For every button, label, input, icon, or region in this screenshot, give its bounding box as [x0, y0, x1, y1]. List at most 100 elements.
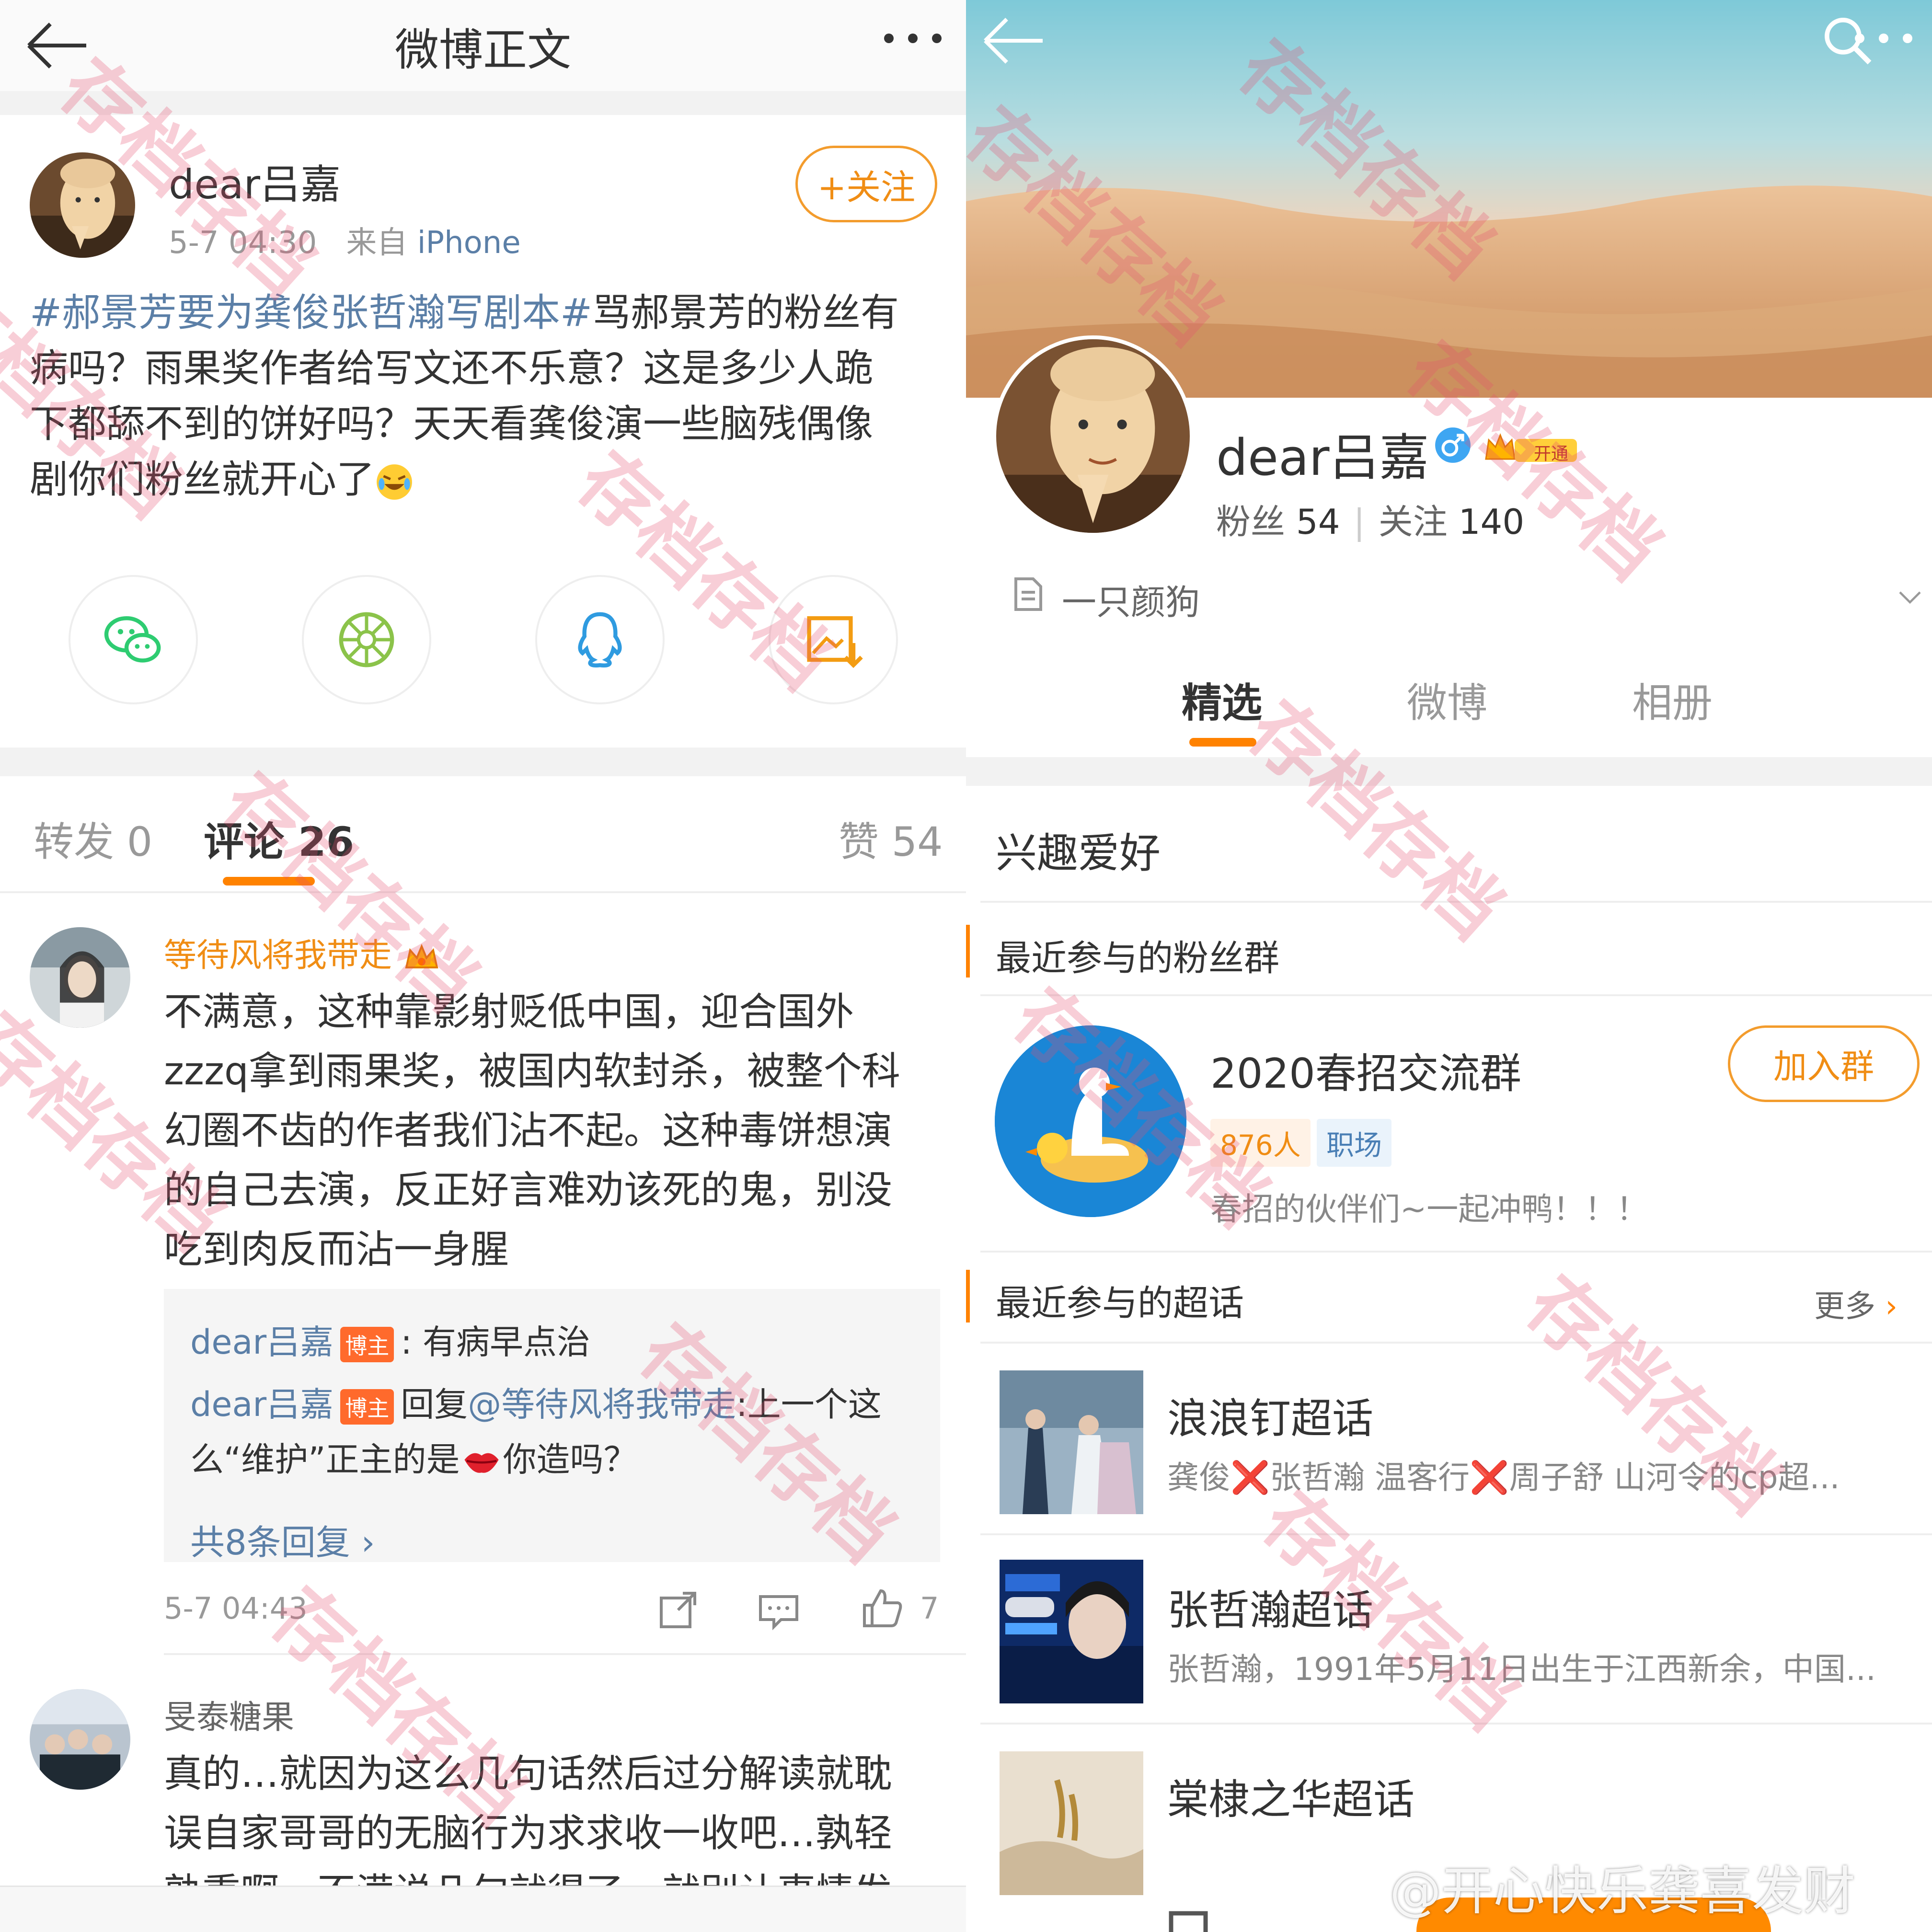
- comment-icon[interactable]: [755, 1586, 803, 1634]
- section-gap: [0, 748, 966, 776]
- supertopic-thumbnail[interactable]: [1000, 1370, 1143, 1514]
- bottom-bar: [0, 1886, 966, 1932]
- active-tab-indicator: [223, 877, 315, 886]
- tab-repost[interactable]: 转发 0: [34, 810, 152, 868]
- supertopic-name[interactable]: 棠棣之华超话: [1167, 1766, 1414, 1826]
- divider: [980, 1723, 1932, 1725]
- moments-icon: [339, 612, 394, 667]
- more-options-icon[interactable]: [1848, 19, 1920, 58]
- post-time: 5-7 04:30: [169, 225, 317, 261]
- comment-text: 不满意，这种靠影射贬低中国，迎合国外 zzzq拿到雨果奖，被国内软封杀，被整个科…: [164, 982, 900, 1279]
- share-qq-button[interactable]: [535, 575, 665, 704]
- qq-icon: [578, 612, 622, 667]
- divider: [980, 1342, 1932, 1344]
- fans-count[interactable]: 54: [1296, 502, 1340, 542]
- wechat-icon: [104, 616, 161, 663]
- mention-link[interactable]: @等待风将我带走: [468, 1385, 736, 1424]
- share-icon[interactable]: [654, 1586, 702, 1634]
- lips-emoji-icon: [464, 1453, 499, 1473]
- laugh-cry-emoji-icon: [377, 464, 412, 500]
- back-arrow-icon[interactable]: [976, 12, 1047, 69]
- group-name[interactable]: 2020春招交流群: [1210, 1040, 1521, 1100]
- section-gap: [966, 757, 1932, 786]
- fans-label[interactable]: 粉丝: [1216, 502, 1285, 542]
- divider: [0, 891, 966, 893]
- chevron-down-icon[interactable]: [1896, 582, 1924, 611]
- post-meta: 5-7 04:30 来自 iPhone: [169, 218, 521, 262]
- profile-stats: 粉丝 54 | 关注 140: [1216, 502, 1525, 542]
- supertopics-title: 最近参与的超话: [996, 1283, 1244, 1324]
- comment-line: 幻圈不齿的作者我们沾不起。这种毒饼想演: [164, 1108, 892, 1153]
- reply-2-cont: 么“维护”正主的是 你造吗？: [190, 1433, 637, 1481]
- chevron-right-icon: ›: [1885, 1289, 1898, 1324]
- save-image-icon: [807, 616, 863, 668]
- document-icon: [1014, 577, 1042, 611]
- reply-2[interactable]: dear吕嘉 博主 回复@等待风将我带走:上一个这: [190, 1378, 882, 1426]
- author-avatar[interactable]: [30, 152, 135, 258]
- top-bar: 微博正文: [0, 0, 966, 91]
- profile-bio: 一只颜狗: [1062, 582, 1200, 622]
- supertopic-thumbnail[interactable]: [1000, 1560, 1143, 1703]
- supertopic-thumbnail[interactable]: [1000, 1751, 1143, 1895]
- fan-groups-title: 最近参与的粉丝群: [996, 938, 1279, 979]
- tab-comments[interactable]: 评论 26: [204, 810, 354, 868]
- divider: [980, 1533, 1932, 1535]
- divider: [980, 1251, 1932, 1253]
- male-gender-icon: [1435, 427, 1471, 463]
- host-badge: 博主: [340, 1389, 394, 1425]
- like-count: 7: [920, 1591, 939, 1626]
- tab-album[interactable]: 相册: [1632, 671, 1713, 729]
- tab-likes[interactable]: 赞 54: [839, 810, 943, 868]
- post-body: #郝景芳要为龚俊张哲瀚写剧本#骂郝景芳的粉丝有 病吗？雨果奖作者给写文还不乐意？…: [30, 285, 940, 507]
- bottom-nav-icon[interactable]: [1162, 1905, 1220, 1932]
- profile-name: dear吕嘉: [1216, 428, 1429, 487]
- more-replies-link[interactable]: 共8条回复 ›: [190, 1514, 375, 1564]
- right-panel-profile: dear吕嘉 开通 粉丝 54 | 关注 140 一只颜狗 精选 微博 相册 兴趣爱…: [966, 0, 1932, 1932]
- host-badge: 博主: [340, 1326, 394, 1362]
- supertopic-desc: 龚俊❌张哲瀚 温客行❌周子舒 山河令的cp超...: [1167, 1459, 1840, 1496]
- reply-text: :上一个这: [736, 1385, 882, 1424]
- join-group-button[interactable]: 加入群: [1728, 1025, 1920, 1102]
- profile-avatar[interactable]: [992, 335, 1194, 537]
- comment-time: 5-7 04:43: [164, 1591, 308, 1626]
- reply-word: 回复: [401, 1385, 468, 1424]
- following-count[interactable]: 140: [1459, 502, 1524, 542]
- supertopic-desc: 张哲瀚，1991年5月11日出生于江西新余，中国...: [1167, 1651, 1876, 1688]
- share-wechat-button[interactable]: [69, 575, 198, 704]
- commenter-name[interactable]: 旻泰糖果: [164, 1690, 294, 1738]
- supertopic-name[interactable]: 浪浪钉超话: [1167, 1385, 1373, 1445]
- tab-featured[interactable]: 精选: [1182, 671, 1262, 729]
- reply-author[interactable]: dear吕嘉: [190, 1322, 334, 1362]
- post-line-4: 剧你们粉丝就开心了: [30, 452, 940, 507]
- post-line-1: #郝景芳要为龚俊张哲瀚写剧本#骂郝景芳的粉丝有: [30, 285, 940, 341]
- topic-link[interactable]: #郝景芳要为龚俊张哲瀚写剧本#: [30, 290, 592, 335]
- divider: [980, 901, 1932, 903]
- divider: [164, 1653, 966, 1655]
- group-description: 春招的伙伴们~一起冲鸭！！！: [1210, 1191, 1648, 1228]
- commenter-avatar[interactable]: [30, 927, 130, 1028]
- share-moments-button[interactable]: [302, 575, 431, 704]
- following-label[interactable]: 关注: [1379, 502, 1448, 542]
- post-text-4: 剧你们粉丝就开心了: [30, 457, 375, 502]
- post-source[interactable]: iPhone: [417, 225, 521, 261]
- reply-text: 么“维护”正主的是: [190, 1440, 460, 1479]
- follow-button[interactable]: +关注: [795, 146, 937, 222]
- more-options-icon[interactable]: [877, 19, 949, 58]
- comment-line: 误自家哥哥的无脑行为求求收一收吧…孰轻: [164, 1811, 892, 1855]
- save-image-button[interactable]: [769, 575, 898, 704]
- group-avatar[interactable]: [995, 1025, 1186, 1217]
- more-label: 更多: [1814, 1289, 1875, 1324]
- tab-weibo[interactable]: 微博: [1407, 671, 1487, 729]
- vip-badge[interactable]: 开通: [1481, 426, 1582, 469]
- vip-label: 开通: [1534, 444, 1569, 464]
- commenter-name[interactable]: 等待风将我带走: [164, 929, 441, 976]
- reply-1[interactable]: dear吕嘉 博主: 有病早点治: [190, 1315, 590, 1364]
- more-supertopics-link[interactable]: 更多 ›: [1814, 1282, 1898, 1326]
- like-icon[interactable]: [858, 1584, 906, 1632]
- commenter-avatar[interactable]: [30, 1689, 130, 1790]
- reply-author[interactable]: dear吕嘉: [190, 1385, 334, 1424]
- supertopic-name[interactable]: 张哲瀚超话: [1167, 1576, 1373, 1636]
- author-name[interactable]: dear吕嘉: [169, 152, 341, 210]
- divider: [980, 994, 1932, 996]
- reply-box[interactable]: dear吕嘉 博主: 有病早点治 dear吕嘉 博主 回复@等待风将我带走:上一个这 …: [164, 1289, 940, 1564]
